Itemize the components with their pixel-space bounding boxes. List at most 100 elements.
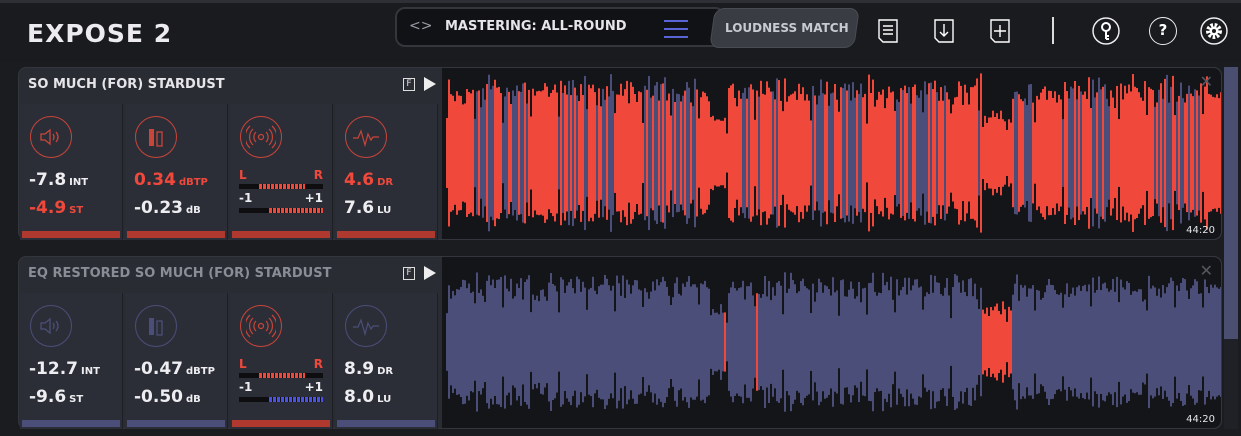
waveform-bar [1170, 277, 1172, 407]
waveform-bar [612, 90, 614, 216]
waveform-bar [994, 306, 996, 378]
dynamics-tile[interactable]: 8.9 DR 8.0 LU [335, 293, 438, 429]
waveform-bar [966, 92, 968, 214]
waveform-bar [584, 75, 586, 231]
waveform-bar [1184, 102, 1186, 204]
help-icon[interactable]: ? [1149, 17, 1177, 45]
waveform-bar [492, 85, 494, 221]
preset-selector[interactable]: <> MASTERING: ALL-ROUND [395, 7, 725, 47]
waveform-bar [954, 97, 956, 209]
waveform-bar [830, 295, 832, 389]
preset-name: MASTERING: ALL-ROUND [445, 19, 627, 34]
waveform-bar [1218, 288, 1220, 396]
waveform-display[interactable]: ✕ 44:20 [442, 257, 1221, 428]
waveform-bar [1138, 92, 1140, 214]
waveform-bar [898, 295, 900, 389]
waveform-bar [782, 314, 784, 370]
waveform-bar [846, 90, 848, 216]
scrollbar[interactable] [1224, 67, 1238, 429]
waveform-bar [480, 107, 482, 199]
waveform-bar [848, 84, 850, 222]
waveform-bar [1024, 285, 1026, 399]
waveform-bar [892, 299, 894, 385]
waveform-bar [572, 79, 574, 227]
waveform-bar [1058, 294, 1060, 390]
waveform-bar [564, 85, 566, 221]
loudness-tile[interactable]: -12.7 INT -9.6 ST [20, 293, 123, 429]
waveform-bar [1108, 291, 1110, 393]
waveform-bar [582, 95, 584, 211]
waveform-bar [856, 90, 858, 216]
waveform-bar [512, 298, 514, 386]
waveform-bar [476, 272, 478, 412]
waveform-bar [670, 115, 672, 191]
waveform-bar [464, 280, 466, 404]
waveform-bar [446, 313, 448, 371]
waveform-bar [448, 285, 450, 399]
play-icon[interactable] [424, 77, 436, 91]
report-icon[interactable] [876, 18, 900, 44]
waveform-bar [816, 104, 818, 202]
waveform-bar [1128, 282, 1130, 402]
key-icon[interactable] [1092, 17, 1120, 45]
export-icon[interactable] [932, 18, 956, 44]
loudness-tile[interactable]: -7.8 INT -4.9 ST [20, 104, 123, 240]
dynamics-tile[interactable]: 4.6 DR 7.6 LU [335, 104, 438, 240]
scrollbar-thumb[interactable] [1224, 67, 1238, 339]
preset-menu-icon[interactable] [664, 20, 688, 44]
waveform-bar [606, 278, 608, 406]
stereo-tile[interactable]: LR -1 +1 [230, 293, 333, 429]
waveform-bar [1082, 94, 1084, 212]
waveform-bar [924, 296, 926, 388]
waveform-bar [972, 296, 974, 388]
waveform-bar [536, 295, 538, 389]
loudness-match-button[interactable]: LOUDNESS MATCH [709, 8, 860, 48]
focus-button[interactable]: F [403, 267, 415, 280]
settings-icon[interactable] [1200, 17, 1228, 45]
waveform-bar [570, 95, 572, 211]
focus-button[interactable]: F [403, 78, 415, 91]
waveform-bar [880, 94, 882, 212]
peak-tile[interactable]: 0.34 dBTP -0.23 dB [125, 104, 228, 240]
waveform-bar [672, 297, 674, 387]
waveform-bar [1182, 98, 1184, 208]
waveform-bar [976, 78, 978, 228]
waveform-bar [472, 291, 474, 393]
waveform-bar [896, 279, 898, 405]
waveform-bar [688, 276, 690, 408]
waveform-bar [838, 315, 840, 369]
waveform-bar [1036, 95, 1038, 211]
add-file-icon[interactable] [988, 18, 1012, 44]
close-icon[interactable]: ✕ [1200, 72, 1213, 91]
waveform-bar [882, 89, 884, 217]
waveform-bar [914, 84, 916, 222]
waveform-bar [1126, 281, 1128, 403]
waveform-display[interactable]: ✕ 44:20 [442, 68, 1221, 239]
waveform-bar [624, 297, 626, 387]
waveform-bar [1194, 279, 1196, 405]
waveform-bar [1194, 89, 1196, 217]
preset-nav-icon[interactable]: <> [409, 18, 432, 34]
waveform-bar [620, 83, 622, 223]
waveform-bar [460, 286, 462, 398]
waveform-bar [1172, 280, 1174, 404]
close-icon[interactable]: ✕ [1200, 261, 1213, 280]
waveform-bar [780, 100, 782, 206]
waveform-bar [706, 96, 708, 210]
waveform-bar [1066, 283, 1068, 401]
waveform-bar [640, 290, 642, 394]
waveform-bar [1220, 286, 1221, 398]
waveform-bar [682, 283, 684, 401]
waveform-bar [446, 118, 448, 188]
play-icon[interactable] [424, 266, 436, 280]
peak-tile[interactable]: -0.47 dBTP -0.50 dB [125, 293, 228, 429]
waveform-bar [1044, 86, 1046, 220]
waveform-bar [750, 84, 752, 222]
waveform-bar [864, 287, 866, 397]
waveform-bar [652, 95, 654, 211]
waveform-bar [1002, 301, 1004, 383]
waveform-bar [602, 88, 604, 218]
waveform-bar [836, 99, 838, 207]
stereo-tile[interactable]: LR -1 +1 [230, 104, 333, 240]
waveform-bar [1056, 102, 1058, 204]
